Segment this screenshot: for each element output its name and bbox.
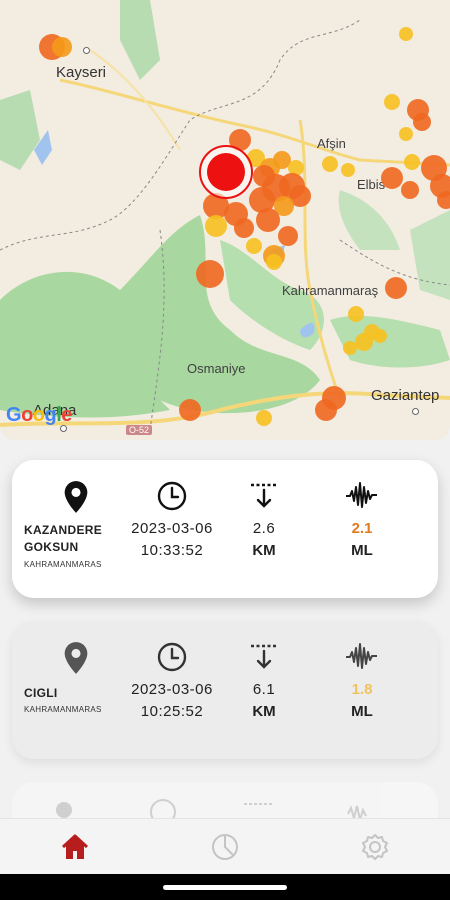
location-column (54, 641, 98, 675)
depth-arrow-icon (251, 644, 277, 669)
nav-home-button[interactable] (55, 829, 95, 865)
location-province: KAHRAMANMARAS (24, 560, 102, 569)
depth-column: 6.1 KM (240, 641, 288, 723)
city-label-gaziantep: Gaziantep (371, 387, 440, 404)
quake-date: 2023-03-06 (131, 681, 213, 698)
quake-marker[interactable] (381, 167, 403, 189)
home-gesture-handle[interactable] (163, 885, 287, 890)
depth-unit: KM (252, 542, 276, 559)
seismograph-icon (346, 643, 377, 669)
quake-marker[interactable] (322, 156, 338, 172)
system-navigation-bar (0, 874, 450, 900)
quake-marker[interactable] (266, 254, 282, 270)
quake-marker[interactable] (413, 113, 431, 131)
clock-icon (157, 481, 187, 511)
quake-marker[interactable] (399, 27, 413, 41)
google-logo: Google (6, 404, 72, 426)
quake-marker[interactable] (52, 37, 72, 57)
quake-depth: 2.6 (252, 520, 276, 537)
history-icon (212, 834, 238, 860)
quake-time: 10:33:52 (140, 542, 204, 559)
quake-marker[interactable] (404, 154, 420, 170)
quake-marker[interactable] (341, 163, 355, 177)
quake-marker[interactable] (384, 94, 400, 110)
location-line-1: KAZANDERE (24, 523, 103, 537)
quake-date: 2023-03-06 (131, 520, 213, 537)
quake-marker[interactable] (315, 399, 337, 421)
city-label-kahramanmaras: Kahramanmaraş (282, 283, 379, 298)
quake-marker[interactable] (401, 181, 419, 199)
quake-marker[interactable] (437, 191, 450, 209)
location-line-2: GOKSUN (24, 540, 79, 554)
quake-marker[interactable] (348, 306, 364, 322)
location-pin-icon (64, 642, 88, 674)
quake-depth: 6.1 (252, 681, 276, 698)
quake-marker[interactable] (373, 329, 387, 343)
quake-marker[interactable] (343, 341, 357, 355)
quake-marker[interactable] (196, 260, 224, 288)
road-label: O-52 (126, 425, 153, 435)
location-line-1: CIGLI (24, 686, 58, 700)
seismograph-icon (346, 482, 377, 508)
quake-marker[interactable] (179, 399, 201, 421)
depth-column: 2.6 KM (240, 480, 288, 562)
city-label-osmaniye: Osmaniye (187, 361, 246, 376)
quake-marker[interactable] (205, 215, 227, 237)
depth-unit: KM (252, 703, 276, 720)
quake-marker[interactable] (355, 333, 373, 351)
quake-marker[interactable] (385, 277, 407, 299)
home-icon (61, 834, 89, 859)
city-label-kayseri: Kayseri (56, 64, 107, 81)
location-column (54, 480, 98, 514)
magnitude-unit: ML (351, 703, 373, 720)
selected-quake-core (207, 153, 245, 191)
earthquake-card[interactable]: KAZANDERE GOKSUN KAHRAMANMARAS 2023-03-0… (12, 460, 438, 598)
quake-marker[interactable] (234, 218, 254, 238)
quake-magnitude: 1.8 (351, 681, 373, 698)
kayseri-marker (83, 47, 90, 54)
quake-marker[interactable] (256, 410, 272, 426)
settings-icon (362, 834, 388, 860)
location-pin-icon (64, 481, 88, 513)
quake-marker[interactable] (399, 127, 413, 141)
quake-magnitude: 2.1 (351, 520, 373, 537)
quake-marker[interactable] (278, 226, 298, 246)
magnitude-column: 2.1 ML (338, 480, 386, 562)
quake-time: 10:25:52 (140, 703, 204, 720)
earthquake-map[interactable]: Kayseri Afşin Elbis Kahramanmaraş Osmani… (0, 0, 450, 440)
city-label-afsin: Afşin (317, 136, 346, 151)
quake-marker[interactable] (246, 238, 262, 254)
time-column: 2023-03-06 10:33:52 (120, 480, 224, 562)
earthquake-card[interactable]: CIGLI KAHRAMANMARAS 2023-03-06 10:25:52 … (12, 621, 438, 759)
magnitude-unit: ML (351, 542, 373, 559)
location-name: KAZANDERE GOKSUN (24, 522, 102, 556)
magnitude-column: 1.8 ML (338, 641, 386, 723)
nav-settings-button[interactable] (355, 829, 395, 865)
gaziantep-marker (412, 408, 419, 415)
location-name: CIGLI (24, 685, 58, 702)
depth-arrow-icon (251, 483, 277, 508)
time-column: 2023-03-06 10:25:52 (120, 641, 224, 723)
nav-history-button[interactable] (205, 829, 245, 865)
quake-marker[interactable] (256, 208, 280, 232)
clock-icon (157, 642, 187, 672)
location-province: KAHRAMANMARAS (24, 705, 102, 714)
bottom-navigation (0, 818, 450, 874)
